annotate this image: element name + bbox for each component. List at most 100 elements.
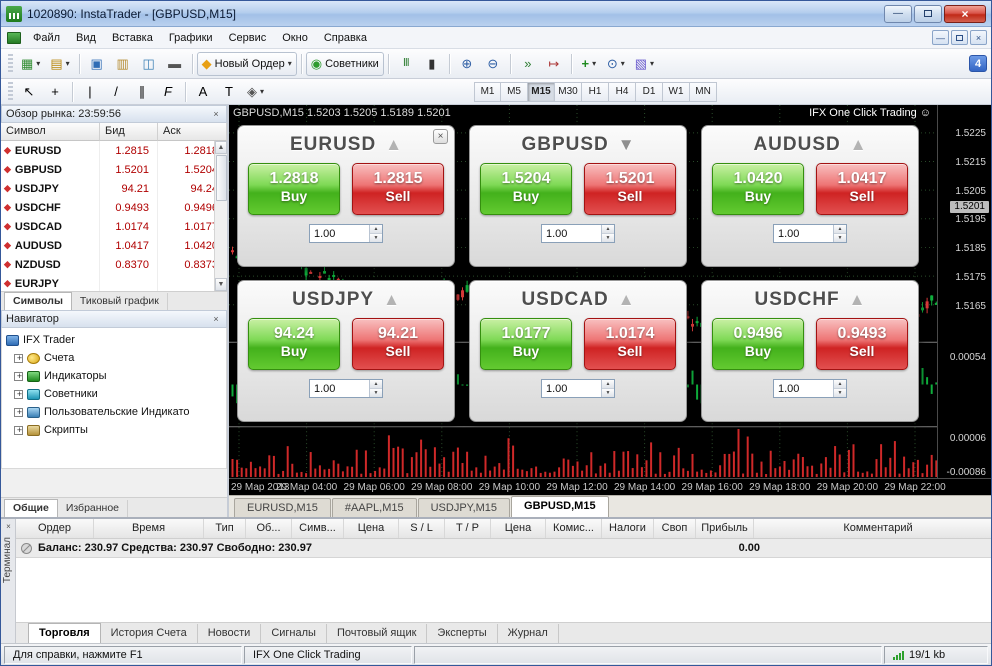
terminal-column-header[interactable]: T / P	[445, 519, 491, 538]
volume-up-icon[interactable]: ▲	[834, 380, 846, 389]
expert-advisors-button[interactable]: ◉ Советники	[306, 52, 384, 76]
volume-up-icon[interactable]: ▲	[370, 380, 382, 389]
menu-item[interactable]: Вставка	[104, 29, 161, 47]
table-row[interactable]: ◆USDCAD 1.0174 1.0177	[1, 217, 227, 236]
table-row[interactable]: ◆NZDUSD 0.8370 0.8373	[1, 255, 227, 274]
buy-button[interactable]: 0.9496Buy	[712, 318, 804, 370]
auto-scroll-button[interactable]: »	[515, 52, 541, 76]
expand-icon[interactable]	[14, 354, 23, 363]
volume-down-icon[interactable]: ▼	[834, 234, 846, 242]
menu-item[interactable]: Файл	[25, 29, 68, 47]
timeframe-button-m30[interactable]: M30	[555, 82, 582, 102]
volume-up-icon[interactable]: ▲	[602, 380, 614, 389]
terminal-column-header[interactable]: Симв...	[292, 519, 344, 538]
chart-plot[interactable]: GBPUSD,M15 1.5203 1.5205 1.5189 1.5201 I…	[229, 105, 991, 478]
market-watch-tab[interactable]: Тиковый график	[72, 293, 168, 310]
market-watch-toggle-button[interactable]: ▣	[84, 52, 110, 76]
volume-down-icon[interactable]: ▼	[370, 234, 382, 242]
buy-button[interactable]: 1.2818Buy	[248, 163, 340, 215]
cursor-button[interactable]: ↖	[16, 80, 42, 104]
terminal-column-header[interactable]: Цена	[491, 519, 546, 538]
terminal-tab[interactable]: Торговля	[28, 623, 101, 643]
timeframe-button-m5[interactable]: M5	[501, 82, 528, 102]
text-label-button[interactable]: T	[216, 80, 242, 104]
chart-tab[interactable]: GBPUSD,M15	[511, 496, 609, 517]
buy-button[interactable]: 1.0420Buy	[712, 163, 804, 215]
zoom-out-button[interactable]: ⊖	[480, 52, 506, 76]
terminal-tab[interactable]: Новости	[198, 624, 262, 643]
table-row[interactable]: ◆AUDUSD 1.0417 1.0420	[1, 236, 227, 255]
zoom-in-button[interactable]: ⊕	[454, 52, 480, 76]
timeframe-button-h1[interactable]: H1	[582, 82, 609, 102]
menu-item[interactable]: Вид	[68, 29, 104, 47]
column-bid[interactable]: Бид	[100, 123, 158, 141]
terminal-column-header[interactable]: Тип	[204, 519, 246, 538]
volume-down-icon[interactable]: ▼	[370, 389, 382, 397]
timeframe-button-d1[interactable]: D1	[636, 82, 663, 102]
buy-button[interactable]: 1.0177Buy	[480, 318, 572, 370]
terminal-tab[interactable]: История Счета	[101, 624, 198, 643]
new-chart-button[interactable]: ▦▾	[16, 52, 45, 76]
terminal-tab[interactable]: Сигналы	[261, 624, 327, 643]
nav-item[interactable]: Скрипты	[14, 421, 226, 439]
buy-button[interactable]: 94.24Buy	[248, 318, 340, 370]
terminal-column-header[interactable]: Комментарий	[754, 519, 992, 538]
bar-chart-button[interactable]: ǀǀǀ	[393, 52, 419, 76]
scroll-down-icon[interactable]: ▼	[215, 278, 227, 291]
mdi-restore-button[interactable]	[951, 30, 968, 45]
data-window-toggle-button[interactable]: ▥	[110, 52, 136, 76]
terminal-tab[interactable]: Эксперты	[427, 624, 497, 643]
channel-button[interactable]: ∥	[129, 80, 155, 104]
volume-input[interactable]	[542, 380, 601, 397]
table-row[interactable]: ◆USDCHF 0.9493 0.9496	[1, 198, 227, 217]
timeframe-button-m1[interactable]: M1	[474, 82, 501, 102]
periods-button[interactable]: ⊙▾	[602, 52, 630, 76]
new-order-button[interactable]: ◆ Новый Ордер ▾	[197, 52, 297, 76]
timeframe-button-mn[interactable]: MN	[690, 82, 717, 102]
timeframe-button-m15[interactable]: M15	[528, 82, 555, 102]
shapes-button[interactable]: ◈▾	[242, 80, 269, 104]
market-watch-tab[interactable]: Символы	[4, 292, 72, 310]
terminal-tab[interactable]: Почтовый ящик	[327, 624, 427, 643]
menu-item[interactable]: Графики	[161, 29, 221, 47]
nav-item[interactable]: Советники	[14, 385, 226, 403]
expand-icon[interactable]	[14, 390, 23, 399]
crosshair-button[interactable]: +	[42, 80, 68, 104]
column-symbol[interactable]: Символ	[1, 123, 100, 141]
vertical-line-button[interactable]: |	[77, 80, 103, 104]
expand-icon[interactable]	[14, 408, 23, 417]
sell-button[interactable]: 1.2815Sell	[352, 163, 444, 215]
text-button[interactable]: A	[190, 80, 216, 104]
expand-icon[interactable]	[14, 372, 23, 381]
navigator-tab[interactable]: Общие	[4, 499, 58, 517]
terminal-column-header[interactable]: Прибыль	[696, 519, 754, 538]
market-watch-close-icon[interactable]: ×	[210, 108, 222, 120]
volume-down-icon[interactable]: ▼	[602, 389, 614, 397]
chart-tab[interactable]: #AAPL,M15	[332, 498, 417, 517]
nav-item[interactable]: Пользовательские Индикато	[14, 403, 226, 421]
maximize-button[interactable]	[914, 5, 942, 23]
volume-input[interactable]	[774, 225, 833, 242]
close-button[interactable]: ×	[944, 5, 986, 23]
notification-badge[interactable]: 4	[969, 55, 987, 72]
timeframe-button-h4[interactable]: H4	[609, 82, 636, 102]
sell-button[interactable]: 1.5201Sell	[584, 163, 676, 215]
expand-icon[interactable]	[14, 426, 23, 435]
volume-down-icon[interactable]: ▼	[834, 389, 846, 397]
indicators-button[interactable]: +▾	[576, 52, 602, 76]
nav-item[interactable]: Счета	[14, 349, 226, 367]
navigator-close-icon[interactable]: ×	[210, 313, 222, 325]
volume-up-icon[interactable]: ▲	[602, 225, 614, 234]
chart-tab[interactable]: EURUSD,M15	[234, 498, 331, 517]
toolbar-grip[interactable]	[8, 82, 13, 102]
volume-up-icon[interactable]: ▲	[370, 225, 382, 234]
navigator-tab[interactable]: Избранное	[58, 500, 128, 517]
toolbar-grip[interactable]	[8, 54, 13, 74]
terminal-column-header[interactable]: Время	[94, 519, 204, 538]
market-watch-scrollbar[interactable]: ▲ ▼	[214, 141, 227, 291]
sell-button[interactable]: 94.21Sell	[352, 318, 444, 370]
candlestick-chart-button[interactable]: ▮	[419, 52, 445, 76]
table-row[interactable]: ◆GBPUSD 1.5201 1.5204	[1, 160, 227, 179]
volume-input[interactable]	[542, 225, 601, 242]
templates-button[interactable]: ▧▾	[630, 52, 659, 76]
